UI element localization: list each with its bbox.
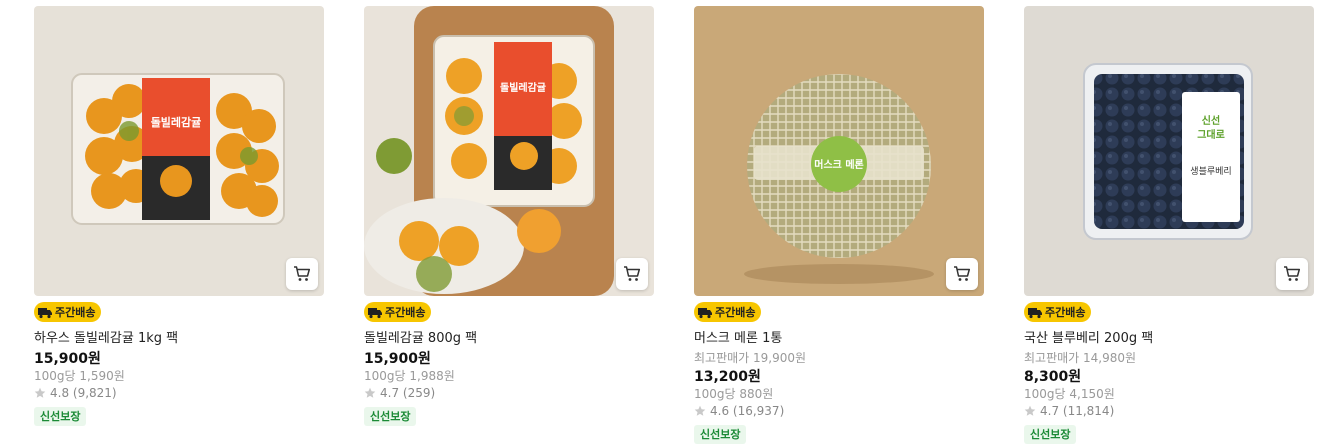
product-card-2[interactable]: 돌빌레감귤 주간배송 돌빌레감귤 800g 팩 15,900원 100g당 1,… [364,6,654,426]
fresh-guarantee-tag: 신선보장 [694,425,747,444]
unit-price: 100g당 1,988원 [364,369,455,383]
add-to-cart-button[interactable] [946,258,978,290]
product-name[interactable]: 국산 블루베리 200g 팩 [1024,331,1314,347]
melon-image: 머스크 메론 [694,6,984,296]
fresh-guarantee-tag: 신선보장 [34,407,87,426]
product-price: 8,300원 [1024,369,1082,385]
product-card-3[interactable]: 머스크 메론 주간배송 머스크 메론 1통 최고판매가 19,900원 13,2… [694,6,984,444]
rating-value: 4.7 (259) [380,386,436,400]
add-to-cart-button[interactable] [1276,258,1308,290]
tangerine-800g-image: 돌빌레감귤 [364,6,654,296]
fresh-guarantee-tag: 신선보장 [1024,425,1077,444]
product-price: 15,900원 [34,351,101,367]
unit-price: 100g당 880원 [694,387,774,401]
rating-value: 4.7 (11,814) [1040,404,1115,418]
rating: 4.8 (9,821) [34,385,324,401]
rating-value: 4.6 (16,937) [710,404,785,418]
rating-value: 4.8 (9,821) [50,386,117,400]
star-icon [34,387,46,398]
unit-price: 100g당 1,590원 [34,369,125,383]
badge-label: 주간배송 [385,306,426,319]
svg-text:신선: 신선 [1202,114,1220,127]
svg-text:그대로: 그대로 [1197,128,1225,141]
add-to-cart-button[interactable] [616,258,648,290]
cart-icon [294,266,311,281]
fresh-guarantee-tag: 신선보장 [364,407,417,426]
cart-icon [624,266,641,281]
truck-icon [1027,305,1043,319]
package-label-1: 돌빌레감귤 [151,115,202,129]
badge-label: 주간배송 [715,306,756,319]
product-name[interactable]: 머스크 메론 1통 [694,331,984,347]
product-image-4[interactable]: 신선 그대로 생블루베리 [1024,6,1314,296]
product-image-1[interactable]: 돌빌레감귤 [34,6,324,296]
truck-icon [697,305,713,319]
package-label-2: 돌빌레감귤 [500,81,546,94]
product-name[interactable]: 하우스 돌빌레감귤 1kg 팩 [34,331,324,347]
product-price: 15,900원 [364,351,431,367]
rating: 4.6 (16,937) [694,403,984,419]
package-label-3: 머스크 메론 [814,158,863,171]
package-label-4: 생블루베리 [1190,166,1231,177]
weekly-delivery-badge: 주간배송 [1024,302,1092,322]
badge-label: 주간배송 [1045,306,1086,319]
product-card-1[interactable]: 돌빌레감귤 주간배송 하우스 돌빌레감귤 1kg 팩 15,900원 100g당… [34,6,324,426]
product-price: 13,200원 [694,369,761,385]
star-icon [364,387,376,398]
star-icon [694,405,706,416]
product-name[interactable]: 돌빌레감귤 800g 팩 [364,331,654,347]
cart-icon [954,266,971,281]
rating: 4.7 (11,814) [1024,403,1314,419]
weekly-delivery-badge: 주간배송 [364,302,432,322]
weekly-delivery-badge: 주간배송 [694,302,762,322]
cart-icon [1284,266,1301,281]
original-price: 최고판매가 14,980원 [1024,351,1137,365]
tangerine-pack-image: 돌빌레감귤 [34,6,324,296]
product-image-2[interactable]: 돌빌레감귤 [364,6,654,296]
unit-price: 100g당 4,150원 [1024,387,1115,401]
original-price: 최고판매가 19,900원 [694,351,807,365]
truck-icon [37,305,53,319]
add-to-cart-button[interactable] [286,258,318,290]
weekly-delivery-badge: 주간배송 [34,302,102,322]
star-icon [1024,405,1036,416]
product-image-3[interactable]: 머스크 메론 [694,6,984,296]
rating: 4.7 (259) [364,385,654,401]
product-card-4[interactable]: 신선 그대로 생블루베리 주간배송 국산 블루베리 200g 팩 최고판매가 1… [1024,6,1314,444]
badge-label: 주간배송 [55,306,96,319]
blueberry-pack-image: 신선 그대로 생블루베리 [1024,6,1314,296]
truck-icon [367,305,383,319]
